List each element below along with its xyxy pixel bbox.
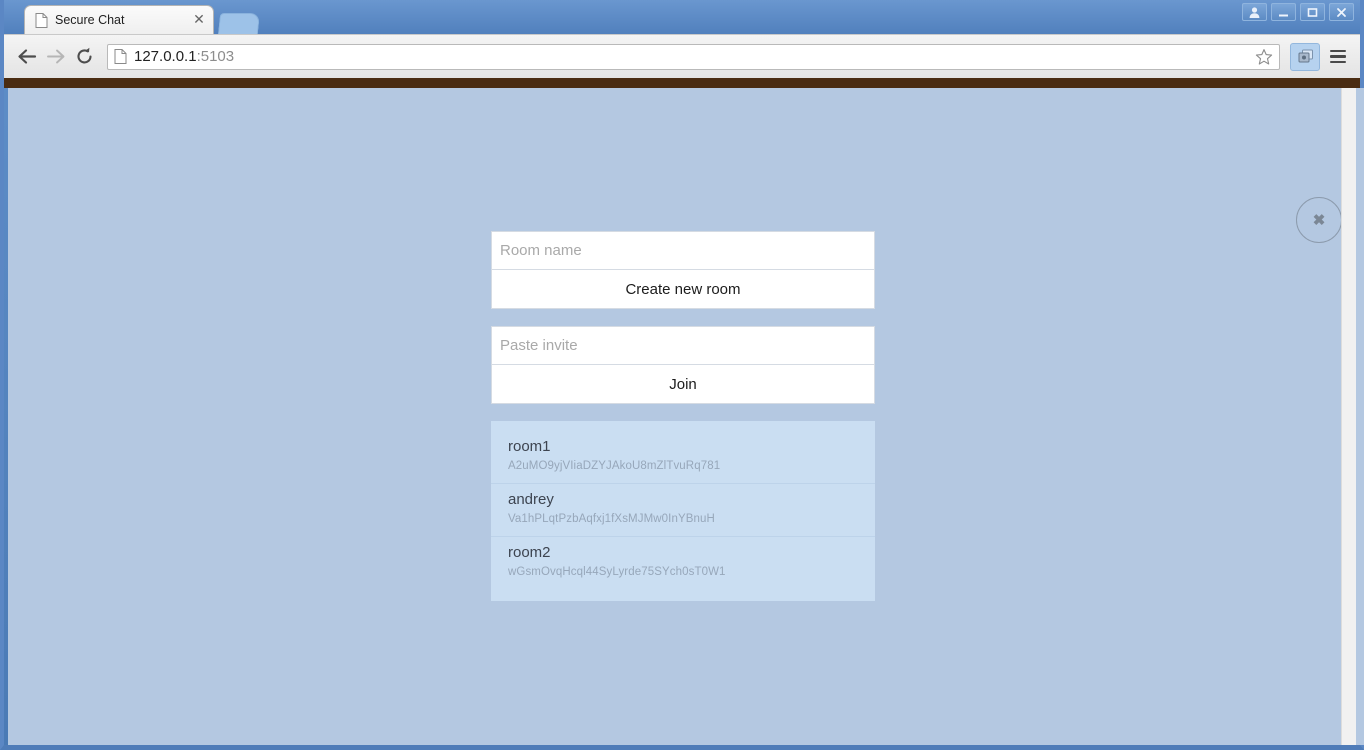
- lobby-form-column: Room name Create new room Paste invite J…: [491, 231, 875, 601]
- address-bar[interactable]: 127.0.0.1:5103: [107, 43, 1280, 70]
- close-icon: [1337, 7, 1346, 17]
- room-list-item[interactable]: andrey Va1hPLqtPzbAqfxj1fXsMJMw0InYBnuH: [491, 483, 875, 536]
- page-close-button[interactable]: ✖: [1296, 197, 1342, 243]
- window-close-button[interactable]: [1329, 3, 1354, 21]
- user-avatar-button[interactable]: [1242, 3, 1267, 21]
- room-id: wGsmOvqHcql44SyLyrde75SYch0sT0W1: [508, 566, 726, 578]
- room-list-item[interactable]: room2 wGsmOvqHcql44SyLyrde75SYch0sT0W1: [491, 536, 875, 589]
- maximize-button[interactable]: [1300, 3, 1325, 21]
- menu-line: [1330, 60, 1346, 64]
- room-name: andrey: [508, 491, 554, 508]
- chat-lobby-page: ✖ Room name Create new room Paste invite…: [8, 88, 1349, 745]
- room-name-placeholder: Room name: [500, 242, 582, 259]
- join-button[interactable]: Join: [491, 365, 875, 404]
- title-bar: Secure Chat ✕: [4, 0, 1360, 34]
- room-id: A2uMO9yjVIiaDZYJAkoU8mZlTvuRq781: [508, 460, 721, 472]
- extension-icon: [1298, 49, 1313, 62]
- document-icon: [114, 48, 128, 65]
- browser-toolbar: 127.0.0.1:5103: [4, 34, 1360, 78]
- maximize-icon: [1307, 7, 1318, 17]
- back-button[interactable]: [12, 42, 41, 71]
- hamburger-menu-icon[interactable]: [1324, 43, 1352, 71]
- url-port: :5103: [196, 48, 235, 65]
- document-icon: [35, 12, 48, 28]
- minimize-icon: [1279, 14, 1288, 16]
- page-viewport: ✖ Room name Create new room Paste invite…: [8, 88, 1364, 745]
- url-text: 127.0.0.1:5103: [134, 48, 1255, 65]
- forward-button[interactable]: [41, 42, 70, 71]
- arrow-left-icon: [17, 49, 36, 64]
- browser-window: Secure Chat ✕ 127.0.0.1:5103 ✖ Room name…: [0, 0, 1364, 750]
- url-host: 127.0.0.1: [134, 48, 197, 65]
- close-icon: ✖: [1312, 211, 1326, 229]
- paste-invite-input[interactable]: Paste invite: [491, 326, 875, 365]
- room-list-item[interactable]: room1 A2uMO9yjVIiaDZYJAkoU8mZlTvuRq781: [491, 431, 875, 483]
- page-scrollbar[interactable]: [1341, 88, 1356, 745]
- star-icon[interactable]: [1255, 48, 1273, 66]
- window-controls: [1242, 3, 1354, 21]
- reload-button[interactable]: [70, 42, 99, 71]
- new-tab-icon[interactable]: [217, 13, 261, 34]
- menu-line: [1330, 55, 1346, 58]
- room-list: room1 A2uMO9yjVIiaDZYJAkoU8mZlTvuRq781 a…: [491, 421, 875, 601]
- person-icon: [1249, 6, 1260, 18]
- extension-button[interactable]: [1290, 42, 1320, 71]
- reload-icon: [77, 47, 92, 64]
- create-new-room-button[interactable]: Create new room: [491, 270, 875, 309]
- page-top-strip: [4, 78, 1360, 88]
- form-spacer: [491, 309, 875, 326]
- arrow-right-icon: [46, 49, 64, 64]
- room-name: room2: [508, 544, 551, 561]
- menu-line: [1330, 49, 1346, 53]
- room-name-input[interactable]: Room name: [491, 231, 875, 270]
- room-name: room1: [508, 438, 551, 455]
- tab-title: Secure Chat: [55, 13, 125, 27]
- paste-invite-placeholder: Paste invite: [500, 337, 578, 354]
- tab-close-icon[interactable]: ✕: [191, 12, 207, 28]
- room-id: Va1hPLqtPzbAqfxj1fXsMJMw0InYBnuH: [508, 513, 715, 525]
- minimize-button[interactable]: [1271, 3, 1296, 21]
- browser-tab[interactable]: Secure Chat ✕: [24, 5, 214, 34]
